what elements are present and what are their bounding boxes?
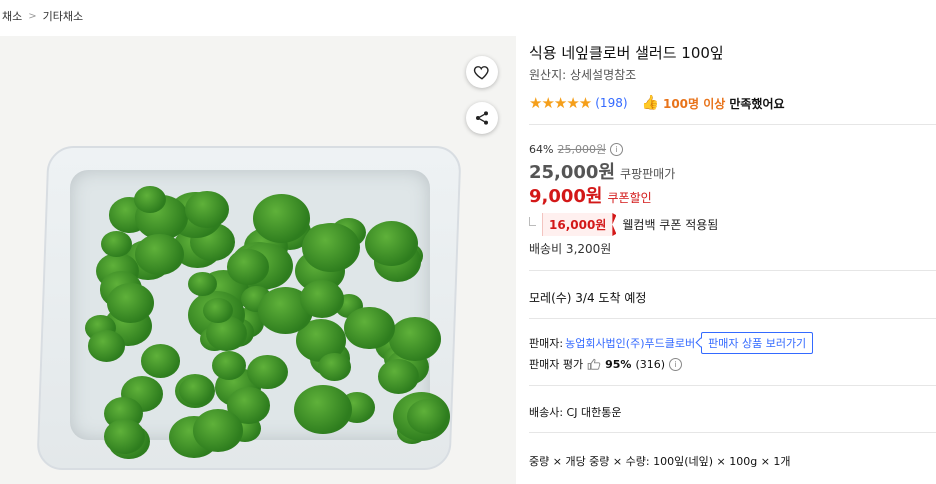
- original-price: 25,000원: [557, 143, 607, 156]
- clover-leaf: [192, 409, 243, 452]
- clover-leaf: [211, 350, 247, 380]
- seller-eval-label: 판매자 평가: [529, 358, 584, 371]
- divider: [529, 432, 936, 433]
- satisfaction-suffix: 만족했어요: [729, 96, 785, 111]
- review-count[interactable]: (198): [595, 96, 627, 110]
- coupon-price: 9,000원: [529, 186, 603, 207]
- seller-rating-row: 판매자 평가 95% (316) i: [529, 356, 683, 372]
- seller-eval-count: (316): [635, 357, 666, 371]
- discount-row: 64% 25,000원 i: [529, 141, 624, 157]
- discount-rate: 64%: [529, 142, 554, 156]
- shipping-company: 배송사: CJ 대한통운: [529, 406, 622, 419]
- clover-leaf: [203, 298, 233, 324]
- star-rating[interactable]: ★★★★★: [529, 94, 592, 112]
- divider: [529, 385, 936, 386]
- thumbs-up-outline-icon: [587, 358, 601, 370]
- clover-leaf: [107, 282, 155, 323]
- product-title: 식용 네잎클로버 샐러드 100잎: [529, 44, 724, 62]
- rating-row: ★★★★★ (198) 👍 100명 이상 만족했어요: [529, 94, 785, 112]
- satisfaction-count: 100명 이상: [662, 96, 726, 111]
- divider: [529, 318, 936, 319]
- clover-leaf: [293, 385, 352, 435]
- coupon-applied-label: 웰컴백 쿠폰 적용됨: [622, 218, 719, 232]
- coupon-price-row: 9,000원 쿠폰할인: [529, 182, 652, 208]
- divider: [529, 270, 936, 271]
- welcome-coupon-row: 16,000원 웰컴백 쿠폰 적용됨: [529, 213, 718, 236]
- clover-leaf: [227, 249, 269, 285]
- seller-name-link[interactable]: 농업회사법인(주)푸드클로버: [565, 335, 695, 351]
- seller-label: 판매자:: [529, 337, 564, 350]
- info-icon[interactable]: i: [669, 357, 683, 371]
- divider: [529, 124, 936, 125]
- seller-row: 판매자: 농업회사법인(주)푸드클로버 판매자 상품 보러가기: [529, 332, 814, 354]
- coupang-price-row: 25,000원 쿠팡판매가: [529, 158, 675, 184]
- clover-leaf: [318, 353, 352, 382]
- shipping-fee: 배송비 3,200원: [529, 242, 612, 256]
- breadcrumb: 채소 > 기타채소: [2, 8, 83, 24]
- coupang-price: 25,000원: [529, 162, 616, 183]
- thumbs-up-icon: 👍: [641, 95, 659, 111]
- seller-products-button[interactable]: 판매자 상품 보러가기: [701, 332, 814, 354]
- clover-leaf: [101, 230, 132, 257]
- clover-leaf: [140, 343, 181, 378]
- clover-leaf: [299, 279, 345, 318]
- arrival-date: 모레(수) 3/4 도착 예정: [529, 291, 647, 305]
- clover-leaf: [247, 354, 288, 390]
- coupang-price-label: 쿠팡판매가: [620, 167, 676, 181]
- clover-leaf: [178, 375, 214, 406]
- elbow-line: [529, 217, 536, 226]
- clover-leaf: [406, 398, 449, 435]
- wishlist-button[interactable]: [466, 56, 498, 88]
- share-button[interactable]: [466, 102, 498, 134]
- product-image: [0, 36, 516, 484]
- info-icon[interactable]: i: [610, 142, 624, 156]
- clover-leaf: [302, 222, 360, 273]
- clover-leaf: [344, 306, 395, 350]
- heart-icon: [473, 66, 489, 80]
- product-spec: 중량 × 개당 중량 × 수량: 100잎(네잎) × 100g × 1개: [529, 455, 791, 468]
- clover-leaf: [88, 330, 126, 362]
- share-icon: [476, 111, 488, 125]
- clover-leaf: [188, 271, 217, 297]
- breadcrumb-item-vegetables[interactable]: 채소: [2, 8, 22, 24]
- clover-leaf: [252, 194, 310, 243]
- coupon-badge: 16,000원: [542, 213, 613, 236]
- clover-leaf: [185, 191, 229, 229]
- clover-leaf: [364, 220, 418, 266]
- clover-leaf: [389, 316, 441, 361]
- product-origin: 원산지: 상세설명참조: [529, 68, 637, 82]
- breadcrumb-item-other-vegetables[interactable]: 기타채소: [43, 8, 83, 24]
- seller-eval-percent: 95%: [605, 357, 632, 371]
- breadcrumb-separator: >: [28, 10, 37, 22]
- coupon-price-label: 쿠폰할인: [607, 191, 652, 205]
- clover-leaf: [135, 234, 184, 276]
